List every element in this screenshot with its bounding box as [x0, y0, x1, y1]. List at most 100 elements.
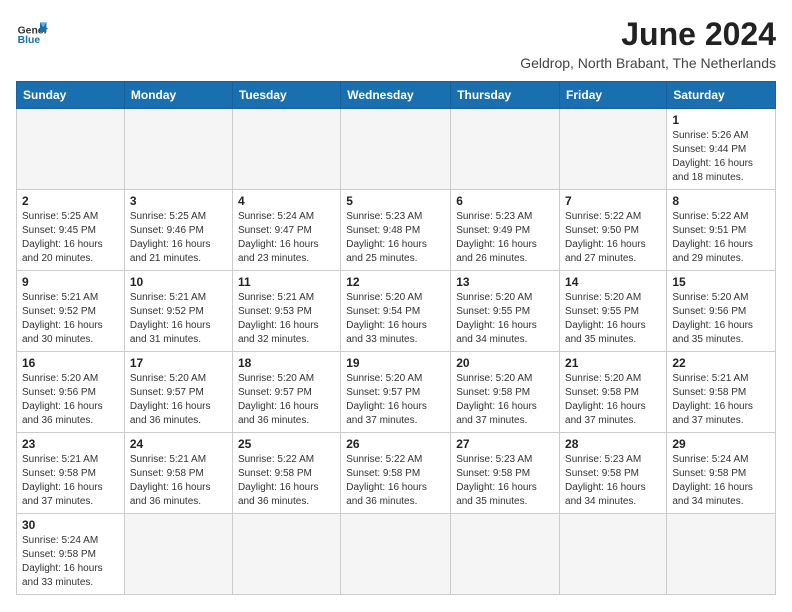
calendar-cell: 11 Sunrise: 5:21 AM Sunset: 9:53 PM Dayli… [232, 271, 340, 352]
month-year-title: June 2024 [520, 16, 776, 53]
day-info: Sunrise: 5:24 AM Sunset: 9:47 PM Dayligh… [238, 210, 335, 266]
calendar-week-row: 9 Sunrise: 5:21 AM Sunset: 9:52 PM Daylig… [17, 271, 776, 352]
calendar-cell: 30 Sunrise: 5:24 AM Sunset: 9:58 PM Dayli… [17, 514, 125, 595]
calendar-cell: 3 Sunrise: 5:25 AM Sunset: 9:46 PM Daylig… [124, 190, 232, 271]
day-number: 7 [565, 194, 661, 208]
day-number: 22 [672, 356, 770, 370]
day-info: Sunrise: 5:23 AM Sunset: 9:58 PM Dayligh… [456, 453, 554, 509]
day-info: Sunrise: 5:21 AM Sunset: 9:58 PM Dayligh… [22, 453, 119, 509]
weekday-header-saturday: Saturday [667, 82, 776, 109]
calendar-cell [560, 109, 667, 190]
calendar-cell [124, 109, 232, 190]
day-number: 24 [130, 437, 227, 451]
calendar-week-row: 23 Sunrise: 5:21 AM Sunset: 9:58 PM Dayli… [17, 433, 776, 514]
calendar-cell [341, 514, 451, 595]
day-info: Sunrise: 5:22 AM Sunset: 9:50 PM Dayligh… [565, 210, 661, 266]
day-info: Sunrise: 5:24 AM Sunset: 9:58 PM Dayligh… [672, 453, 770, 509]
day-number: 30 [22, 518, 119, 532]
calendar-cell: 22Sunrise: 5:21 AM Sunset: 9:58 PM Dayli… [667, 352, 776, 433]
day-info: Sunrise: 5:20 AM Sunset: 9:58 PM Dayligh… [456, 372, 554, 428]
day-number: 25 [238, 437, 335, 451]
calendar-cell: 24 Sunrise: 5:21 AM Sunset: 9:58 PM Dayli… [124, 433, 232, 514]
calendar-cell: 28Sunrise: 5:23 AM Sunset: 9:58 PM Dayli… [560, 433, 667, 514]
calendar-cell: 21Sunrise: 5:20 AM Sunset: 9:58 PM Dayli… [560, 352, 667, 433]
day-info: Sunrise: 5:20 AM Sunset: 9:55 PM Dayligh… [565, 291, 661, 347]
calendar-cell: 16 Sunrise: 5:20 AM Sunset: 9:56 PM Dayli… [17, 352, 125, 433]
weekday-header-thursday: Thursday [451, 82, 560, 109]
day-number: 19 [346, 356, 445, 370]
location-subtitle: Geldrop, North Brabant, The Netherlands [520, 55, 776, 71]
calendar-cell: 19 Sunrise: 5:20 AM Sunset: 9:57 PM Dayli… [341, 352, 451, 433]
day-info: Sunrise: 5:23 AM Sunset: 9:49 PM Dayligh… [456, 210, 554, 266]
day-info: Sunrise: 5:21 AM Sunset: 9:52 PM Dayligh… [130, 291, 227, 347]
day-info: Sunrise: 5:20 AM Sunset: 9:58 PM Dayligh… [565, 372, 661, 428]
day-info: Sunrise: 5:20 AM Sunset: 9:56 PM Dayligh… [22, 372, 119, 428]
calendar-cell [341, 109, 451, 190]
weekday-header-row: SundayMondayTuesdayWednesdayThursdayFrid… [17, 82, 776, 109]
title-block: June 2024 Geldrop, North Brabant, The Ne… [520, 16, 776, 71]
day-info: Sunrise: 5:24 AM Sunset: 9:58 PM Dayligh… [22, 534, 119, 590]
calendar-cell [560, 514, 667, 595]
day-number: 17 [130, 356, 227, 370]
day-number: 29 [672, 437, 770, 451]
day-number: 10 [130, 275, 227, 289]
day-info: Sunrise: 5:20 AM Sunset: 9:56 PM Dayligh… [672, 291, 770, 347]
day-info: Sunrise: 5:20 AM Sunset: 9:54 PM Dayligh… [346, 291, 445, 347]
day-number: 14 [565, 275, 661, 289]
calendar-cell [17, 109, 125, 190]
day-number: 16 [22, 356, 119, 370]
calendar-cell: 23 Sunrise: 5:21 AM Sunset: 9:58 PM Dayli… [17, 433, 125, 514]
day-info: Sunrise: 5:26 AM Sunset: 9:44 PM Dayligh… [672, 129, 770, 185]
page-header: General Blue June 2024 Geldrop, North Br… [16, 16, 776, 71]
calendar-cell: 4 Sunrise: 5:24 AM Sunset: 9:47 PM Daylig… [232, 190, 340, 271]
calendar-cell: 25Sunrise: 5:22 AM Sunset: 9:58 PM Dayli… [232, 433, 340, 514]
calendar-cell: 29 Sunrise: 5:24 AM Sunset: 9:58 PM Dayli… [667, 433, 776, 514]
day-info: Sunrise: 5:20 AM Sunset: 9:55 PM Dayligh… [456, 291, 554, 347]
calendar-table: SundayMondayTuesdayWednesdayThursdayFrid… [16, 81, 776, 595]
day-number: 1 [672, 113, 770, 127]
day-number: 15 [672, 275, 770, 289]
calendar-cell: 1 Sunrise: 5:26 AM Sunset: 9:44 PM Daylig… [667, 109, 776, 190]
calendar-cell: 12 Sunrise: 5:20 AM Sunset: 9:54 PM Dayli… [341, 271, 451, 352]
day-number: 11 [238, 275, 335, 289]
calendar-cell: 5 Sunrise: 5:23 AM Sunset: 9:48 PM Daylig… [341, 190, 451, 271]
day-number: 3 [130, 194, 227, 208]
day-info: Sunrise: 5:22 AM Sunset: 9:51 PM Dayligh… [672, 210, 770, 266]
day-number: 9 [22, 275, 119, 289]
day-info: Sunrise: 5:20 AM Sunset: 9:57 PM Dayligh… [130, 372, 227, 428]
day-info: Sunrise: 5:21 AM Sunset: 9:58 PM Dayligh… [130, 453, 227, 509]
day-info: Sunrise: 5:21 AM Sunset: 9:53 PM Dayligh… [238, 291, 335, 347]
day-info: Sunrise: 5:20 AM Sunset: 9:57 PM Dayligh… [346, 372, 445, 428]
logo: General Blue [16, 16, 48, 48]
calendar-cell: 8 Sunrise: 5:22 AM Sunset: 9:51 PM Daylig… [667, 190, 776, 271]
calendar-week-row: 2 Sunrise: 5:25 AM Sunset: 9:45 PM Daylig… [17, 190, 776, 271]
day-number: 2 [22, 194, 119, 208]
calendar-cell [124, 514, 232, 595]
day-number: 4 [238, 194, 335, 208]
day-number: 26 [346, 437, 445, 451]
day-number: 27 [456, 437, 554, 451]
calendar-cell: 14 Sunrise: 5:20 AM Sunset: 9:55 PM Dayli… [560, 271, 667, 352]
day-number: 18 [238, 356, 335, 370]
day-number: 28 [565, 437, 661, 451]
day-number: 23 [22, 437, 119, 451]
day-info: Sunrise: 5:23 AM Sunset: 9:48 PM Dayligh… [346, 210, 445, 266]
day-number: 8 [672, 194, 770, 208]
calendar-cell [232, 514, 340, 595]
calendar-cell: 9Sunrise: 5:21 AM Sunset: 9:52 PM Daylig… [17, 271, 125, 352]
svg-text:Blue: Blue [18, 35, 41, 46]
day-number: 12 [346, 275, 445, 289]
calendar-cell: 7 Sunrise: 5:22 AM Sunset: 9:50 PM Daylig… [560, 190, 667, 271]
calendar-cell [451, 514, 560, 595]
calendar-week-row: 16 Sunrise: 5:20 AM Sunset: 9:56 PM Dayli… [17, 352, 776, 433]
calendar-cell [667, 514, 776, 595]
day-info: Sunrise: 5:22 AM Sunset: 9:58 PM Dayligh… [346, 453, 445, 509]
day-info: Sunrise: 5:25 AM Sunset: 9:45 PM Dayligh… [22, 210, 119, 266]
calendar-cell: 2 Sunrise: 5:25 AM Sunset: 9:45 PM Daylig… [17, 190, 125, 271]
calendar-cell: 18Sunrise: 5:20 AM Sunset: 9:57 PM Dayli… [232, 352, 340, 433]
calendar-week-row: 1 Sunrise: 5:26 AM Sunset: 9:44 PM Daylig… [17, 109, 776, 190]
day-number: 5 [346, 194, 445, 208]
logo-icon: General Blue [16, 16, 48, 48]
day-info: Sunrise: 5:25 AM Sunset: 9:46 PM Dayligh… [130, 210, 227, 266]
weekday-header-wednesday: Wednesday [341, 82, 451, 109]
